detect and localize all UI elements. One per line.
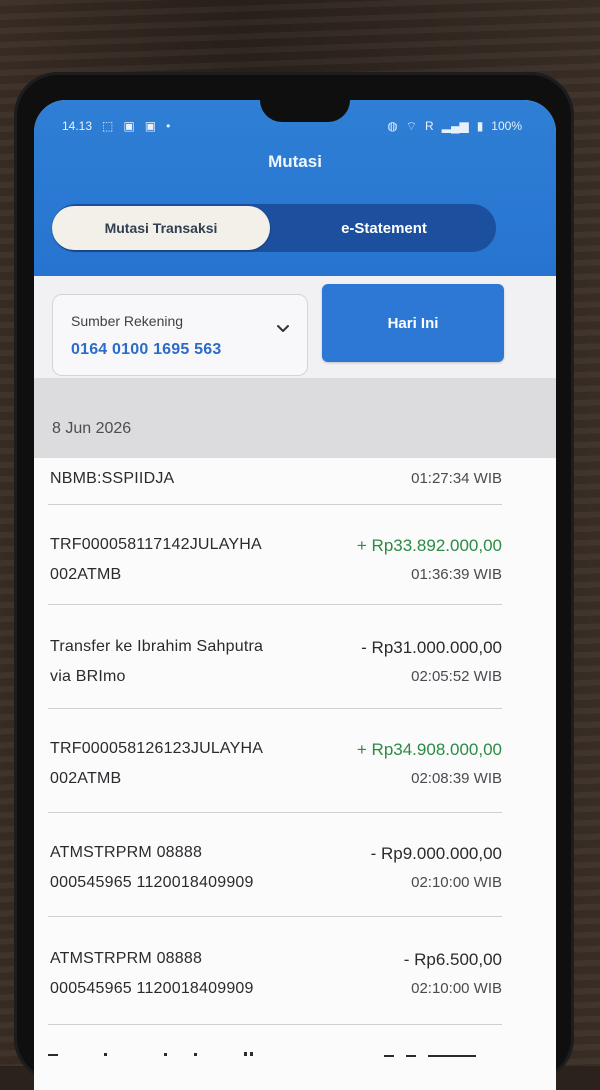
transaction-time: 01:36:39 WIB [411, 566, 502, 583]
transaction-description: ATMSTRPRM 08888 [50, 844, 203, 861]
today-filter-button[interactable]: Hari Ini [322, 284, 504, 362]
transaction-description: TRF000058126123JULAYHA [50, 740, 264, 757]
transaction-description-line2: via BRImo [50, 668, 126, 685]
app-header: 14.13 ⬚ ▣ ▣ • ◍ ⌔ R ▂▄▆ ▮ 100% Mutasi Mu… [34, 100, 556, 276]
status-right: ◍ ⌔ R ▂▄▆ ▮ 100% [387, 119, 522, 133]
tab-mutasi-transaksi[interactable]: Mutasi Transaksi [52, 206, 270, 250]
divider [48, 812, 502, 813]
account-number: 0164 0100 1695 563 [71, 341, 222, 358]
date-header: 8 Jun 2026 [34, 378, 556, 458]
network-label: R [425, 119, 434, 133]
transaction-amount: - Rp9.000.000,00 [370, 844, 502, 863]
transaction-description: NBMB:SSPIIDJA [50, 470, 175, 487]
page-title: Mutasi [268, 152, 322, 171]
transaction-description-line2: 002ATMB [50, 770, 122, 787]
app-screen: 14.13 ⬚ ▣ ▣ • ◍ ⌔ R ▂▄▆ ▮ 100% Mutasi Mu… [34, 100, 556, 1090]
transaction-list: NBMB:SSPIIDJA 01:27:34 WIB TRF0000581171… [34, 458, 556, 1090]
tab-bar: Mutasi Transaksi e-Statement [52, 204, 496, 252]
transaction-description: ATMSTRPRM 08888 [50, 950, 203, 967]
sim-icon: ⬚ [102, 119, 114, 133]
battery-icon: ▮ [476, 119, 484, 133]
status-left: 14.13 ⬚ ▣ ▣ • [62, 119, 170, 133]
divider [48, 604, 502, 605]
camera-notch [260, 100, 350, 122]
signal-icon: ▂▄▆ [441, 119, 469, 133]
tab-e-statement[interactable]: e-Statement [272, 204, 496, 252]
account-select[interactable]: Sumber Rekening 0164 0100 1695 563 [52, 294, 308, 376]
filter-panel: Sumber Rekening 0164 0100 1695 563 Hari … [34, 276, 556, 378]
account-label: Sumber Rekening [71, 313, 184, 329]
next-item-cutoff [48, 1052, 476, 1057]
chevron-down-icon [277, 325, 289, 332]
notification-icon-2: ▣ [144, 119, 157, 133]
divider [48, 504, 502, 505]
transaction-time: 02:10:00 WIB [411, 874, 502, 891]
status-time: 14.13 [62, 119, 93, 133]
transaction-amount: + Rp34.908.000,00 [356, 740, 502, 759]
divider [48, 708, 502, 709]
transaction-description-line2: 000545965 1120018409909 [50, 874, 254, 891]
divider [48, 916, 502, 917]
transaction-description-line2: 002ATMB [50, 566, 122, 583]
transaction-description: TRF000058117142JULAYHA [50, 536, 262, 553]
transaction-time: 01:27:34 WIB [411, 470, 502, 487]
transaction-time: 02:10:00 WIB [411, 980, 502, 997]
transaction-amount: - Rp6.500,00 [403, 950, 502, 969]
divider [48, 1024, 502, 1025]
vibrate-icon: ◍ [387, 119, 398, 133]
transaction-description-line2: 000545965 1120018409909 [50, 980, 254, 997]
transaction-time: 02:05:52 WIB [411, 668, 502, 685]
notification-icon: ▣ [123, 119, 135, 133]
battery-percent: 100% [491, 119, 522, 133]
transaction-description: Transfer ke Ibrahim Sahputra [50, 638, 264, 655]
transaction-time: 02:08:39 WIB [411, 770, 502, 787]
wifi-icon: ⌔ [405, 119, 418, 133]
transaction-amount: + Rp33.892.000,00 [356, 536, 502, 555]
dot-icon: • [166, 119, 171, 133]
transaction-amount: - Rp31.000.000,00 [361, 638, 502, 657]
date-label: 8 Jun 2026 [52, 420, 132, 437]
